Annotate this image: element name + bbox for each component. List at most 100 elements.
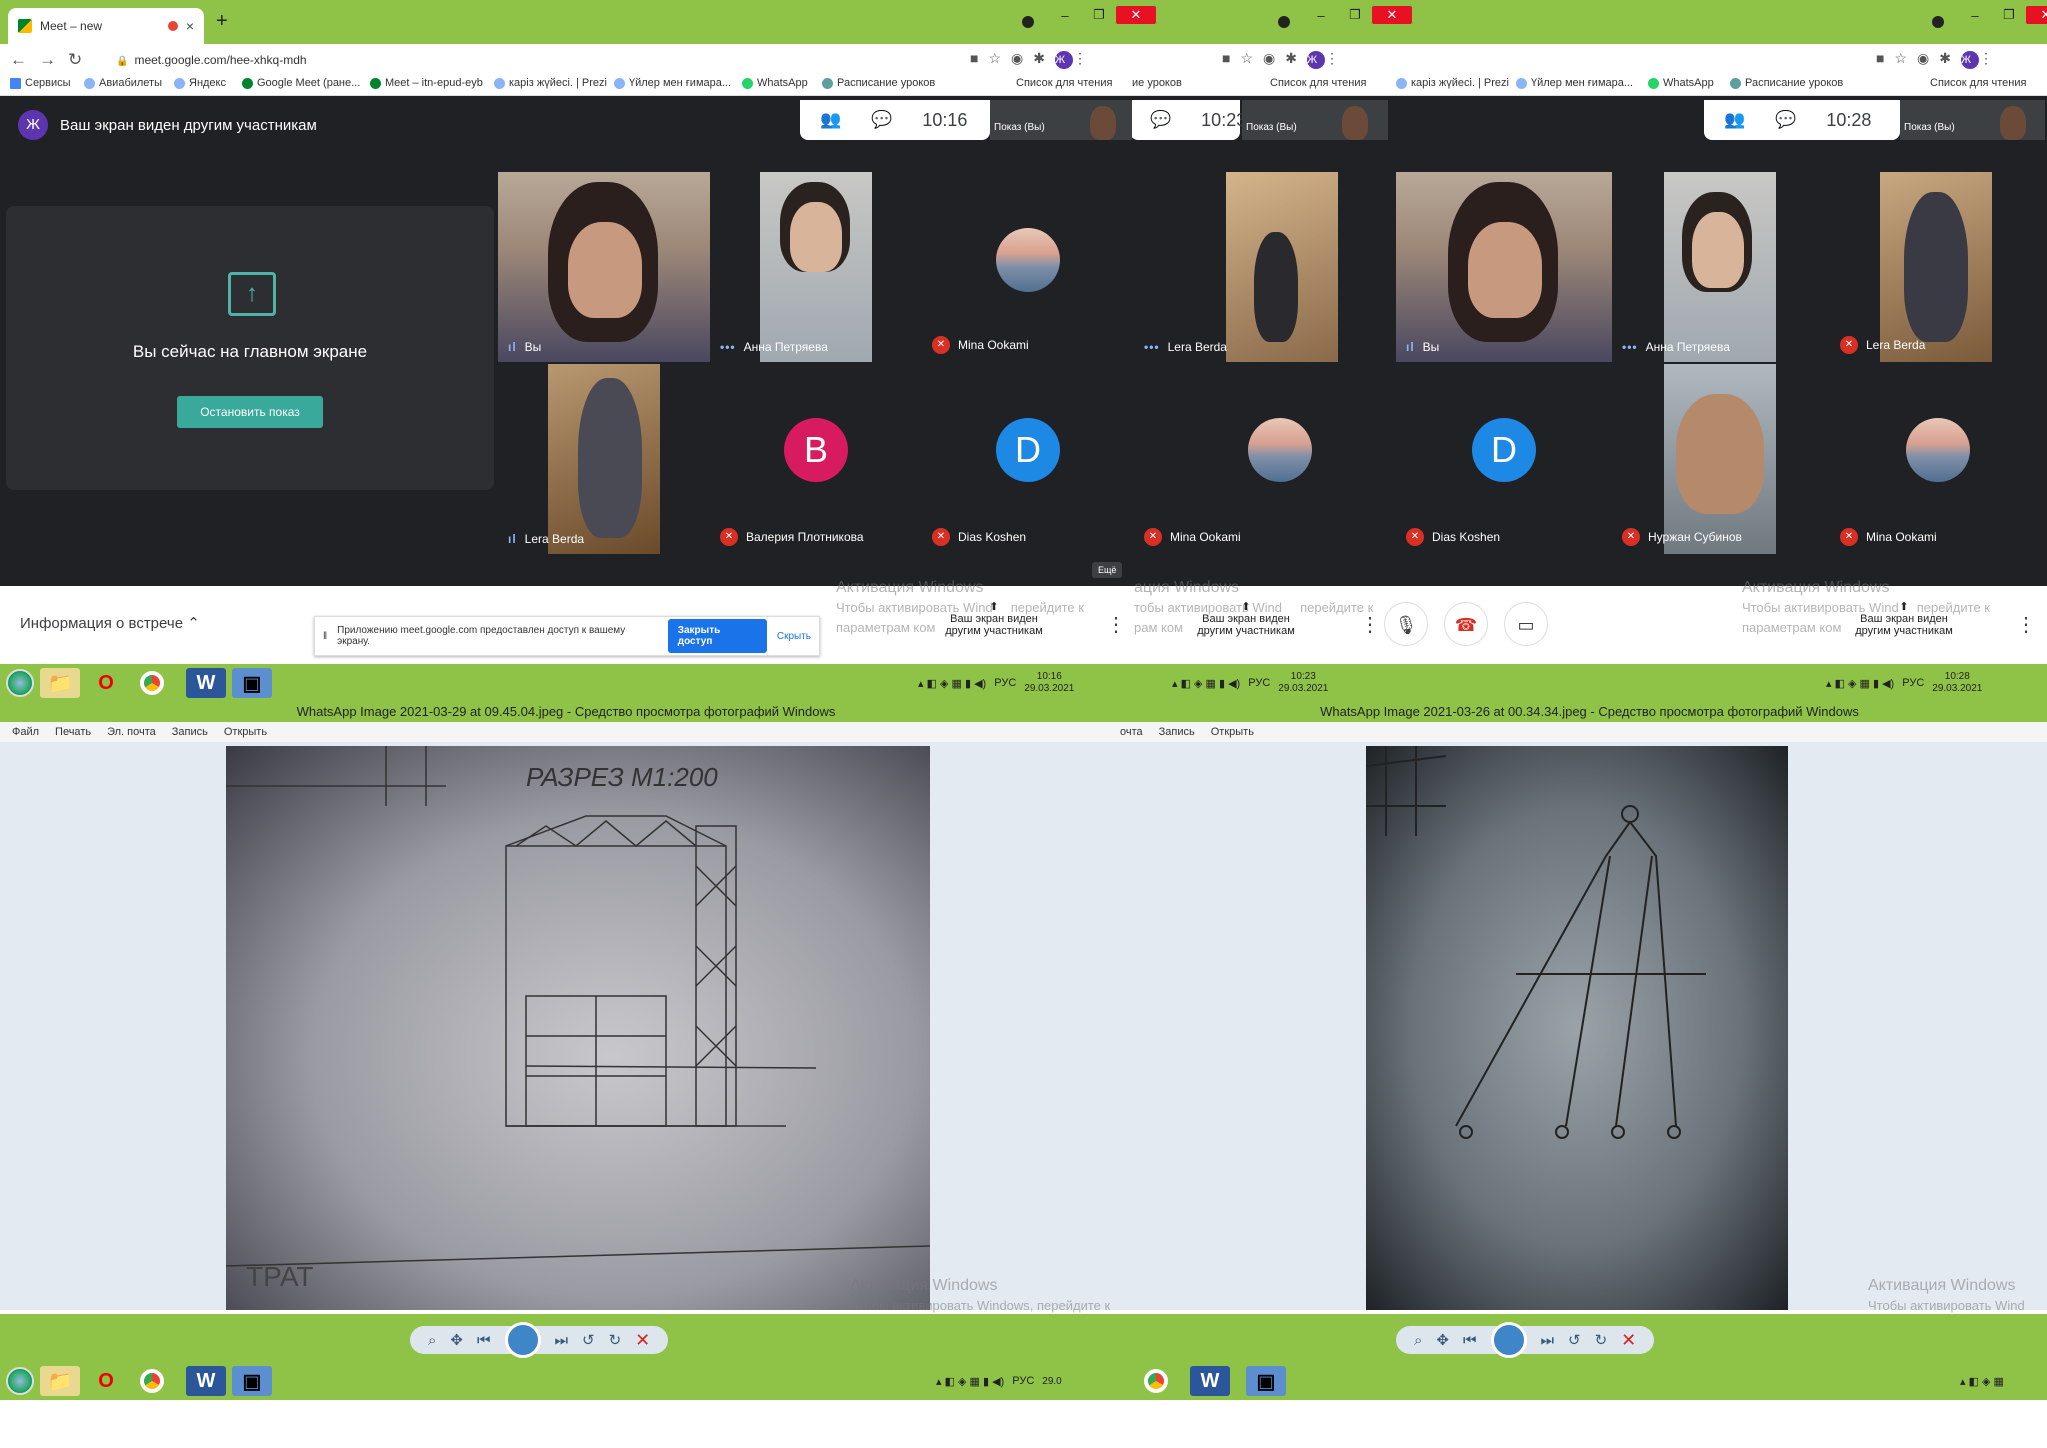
meeting-info-button[interactable]: Информация о встрече ⌃ (20, 614, 200, 632)
previous-icon[interactable]: ⏮ (1463, 1332, 1477, 1349)
close-window-icon[interactable]: ✕ (1116, 6, 1156, 24)
reload-icon[interactable]: ↻ (68, 50, 94, 69)
participant-tile[interactable]: ••• Lera Berda (1134, 172, 1390, 362)
participants-icon[interactable]: 👥 (1724, 110, 1745, 130)
participant-tile[interactable]: D ✕ Dias Koshen (1396, 364, 1612, 554)
camera-icon[interactable]: ■ (970, 50, 988, 66)
bookmark-item[interactable]: Яндекс (174, 77, 226, 89)
presenting-indicator[interactable]: ⬆ Ваш экран виден другим участникам (1186, 600, 1306, 637)
self-preview[interactable]: Показ (Вы) (1900, 100, 2045, 140)
bookmark-item[interactable]: Расписание уроков (1730, 77, 1843, 89)
browser-tab[interactable]: Meet – new × (8, 8, 204, 44)
reading-list[interactable]: Список для чтения (1270, 77, 1366, 89)
word-icon[interactable]: W (186, 1366, 226, 1396)
hide-notice-link[interactable]: Скрыть (777, 631, 811, 642)
chat-icon[interactable]: 💬 (1775, 110, 1796, 130)
participant-tile[interactable]: ıl Lera Berda (498, 364, 710, 554)
bookmark-item[interactable]: WhatsApp (1648, 77, 1714, 89)
window-menu-icon[interactable] (1278, 16, 1290, 28)
slideshow-button[interactable] (504, 1322, 541, 1358)
word-icon[interactable]: W (186, 668, 226, 698)
participant-tile[interactable]: ✕ Mina Ookami (1134, 364, 1390, 554)
self-preview[interactable]: Показ (Вы) (990, 100, 1132, 140)
minimize-icon[interactable]: – (1958, 8, 1992, 23)
url-field[interactable]: 🔒 meet.google.com/hee-xhkq-mdh (100, 48, 980, 72)
menu-icon[interactable]: ⋮ (1979, 50, 2003, 66)
participant-tile[interactable]: D ✕ Dias Koshen (922, 364, 1134, 554)
puzzle-icon[interactable]: ✱ (1033, 50, 1055, 66)
reading-list[interactable]: Список для чтения (1930, 77, 2026, 89)
more-options-icon[interactable]: ⋮ (1360, 612, 1380, 637)
menu-email[interactable]: очта (1120, 726, 1143, 738)
presenting-indicator[interactable]: ⬆ Ваш экран виден другим участникам (934, 600, 1054, 637)
menu-print[interactable]: Печать (55, 726, 91, 738)
chat-icon[interactable]: 💬 (871, 110, 892, 130)
stop-sharing-button[interactable]: Закрыть доступ (667, 619, 767, 653)
extension-icon[interactable]: ◉ (1263, 50, 1285, 66)
camera-toggle-icon[interactable]: ▭ (1504, 602, 1548, 646)
bookmark-item[interactable]: Расписание уроков (822, 77, 935, 89)
forward-icon[interactable]: → (39, 50, 68, 69)
participant-tile[interactable]: ıl Вы (1396, 172, 1612, 362)
participant-tile[interactable]: В ✕ Валерия Плотникова (710, 364, 922, 554)
word-icon[interactable]: W (1190, 1366, 1230, 1396)
bookmark-item[interactable]: Үйлер мен ғимара... (614, 77, 731, 89)
slideshow-button[interactable] (1490, 1322, 1527, 1358)
star-icon[interactable]: ☆ (1894, 50, 1917, 66)
fit-icon[interactable]: ✥ (1436, 1331, 1449, 1349)
rotate-right-icon[interactable]: ↻ (609, 1331, 622, 1349)
menu-burn[interactable]: Запись (172, 726, 208, 738)
next-icon[interactable]: ⏭ (555, 1332, 569, 1349)
more-options-icon[interactable]: ⋮ (1106, 612, 1126, 637)
opera-icon[interactable]: O (86, 1366, 126, 1396)
menu-email[interactable]: Эл. почта (107, 726, 156, 738)
menu-open[interactable]: Открыть (1211, 726, 1254, 738)
profile-avatar[interactable]: Ж (1054, 51, 1073, 69)
window-menu-icon[interactable] (1022, 16, 1034, 28)
restore-icon[interactable]: ❐ (1082, 7, 1116, 23)
explorer-icon[interactable]: 📁 (40, 1366, 80, 1396)
puzzle-icon[interactable]: ✱ (1939, 50, 1961, 66)
rotate-left-icon[interactable]: ↺ (582, 1331, 595, 1349)
bookmark-item[interactable]: Авиабилеты (84, 77, 162, 89)
bookmark-item[interactable]: Сервисы (10, 77, 71, 89)
participant-tile[interactable]: ••• Анна Петряева (710, 172, 922, 362)
start-button[interactable] (6, 1367, 34, 1395)
window-menu-icon[interactable] (1932, 16, 1944, 28)
previous-icon[interactable]: ⏮ (477, 1332, 491, 1349)
end-call-icon[interactable]: ☎ (1444, 602, 1488, 646)
close-window-icon[interactable]: ✕ (2026, 6, 2047, 24)
new-tab-button[interactable]: + (216, 10, 228, 33)
bookmark-item[interactable]: ие уроков (1132, 77, 1182, 89)
zoom-icon[interactable]: ⌕ (1414, 1332, 1422, 1349)
star-icon[interactable]: ☆ (1240, 50, 1263, 66)
menu-icon[interactable]: ⋮ (1073, 50, 1097, 66)
chrome-icon[interactable] (132, 668, 172, 698)
camera-icon[interactable]: ■ (1222, 50, 1240, 66)
reading-list[interactable]: Список для чтения (1016, 77, 1112, 89)
participant-tile[interactable]: ıl Вы (498, 172, 710, 362)
start-button[interactable] (6, 669, 34, 697)
participants-icon[interactable]: 👥 (820, 110, 841, 130)
puzzle-icon[interactable]: ✱ (1285, 50, 1307, 66)
menu-open[interactable]: Открыть (224, 726, 267, 738)
back-icon[interactable]: ← (10, 50, 39, 69)
participant-tile[interactable]: ••• Анна Петряева (1612, 172, 1830, 362)
microphone-icon[interactable]: 🎙 (1384, 602, 1428, 646)
delete-icon[interactable]: ✕ (635, 1330, 650, 1351)
bookmark-item[interactable]: карiз жүйесi. | Prezi (494, 77, 607, 89)
delete-icon[interactable]: ✕ (1621, 1330, 1636, 1351)
next-icon[interactable]: ⏭ (1541, 1332, 1555, 1349)
restore-icon[interactable]: ❐ (1338, 7, 1372, 23)
restore-icon[interactable]: ❐ (1992, 7, 2026, 23)
stop-presenting-button[interactable]: Остановить показ (177, 396, 323, 428)
presenting-indicator[interactable]: ⬆ Ваш экран виден другим участникам (1844, 600, 1964, 637)
chrome-icon[interactable] (132, 1366, 172, 1396)
participant-tile[interactable]: ✕ Mina Ookami (1830, 364, 2045, 554)
zoom-icon[interactable]: ⌕ (428, 1332, 436, 1349)
close-window-icon[interactable]: ✕ (1372, 6, 1412, 24)
profile-avatar[interactable]: Ж (1306, 51, 1325, 69)
participant-tile[interactable]: ✕ Mina Ookami (922, 172, 1134, 362)
extension-icon[interactable]: ◉ (1011, 50, 1033, 66)
photo-viewer-icon[interactable]: ▣ (1246, 1366, 1286, 1396)
